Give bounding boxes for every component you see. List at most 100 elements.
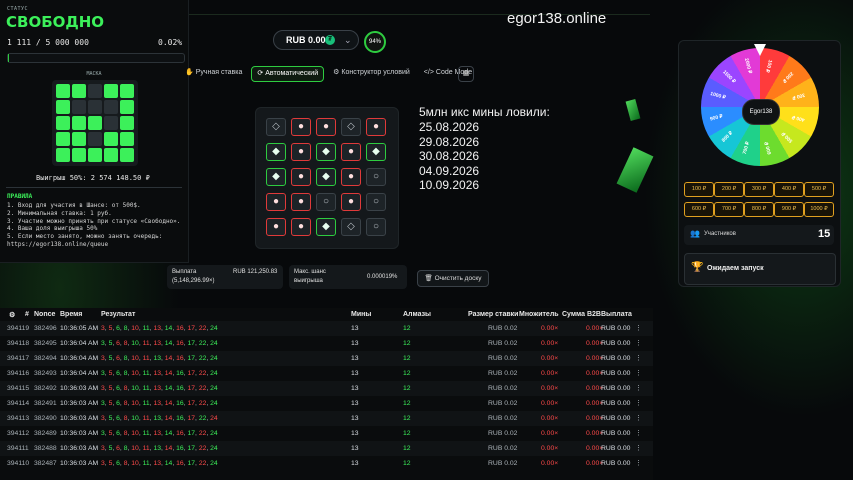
board-cell[interactable]: ●	[266, 193, 286, 211]
mines-board: ◇ ● ● ◇ ● ◆ ● ◆ ● ◆ ◆ ● ◆ ● ○ ● ● ○ ● ○ ● ● ◆ ◇ ○	[255, 107, 399, 249]
board-cell[interactable]: ●	[291, 118, 311, 136]
table-row[interactable]: 394110 382487 10:36:03 AM 13 12 RUB 0.02 0.00×…	[0, 456, 653, 471]
board-cell[interactable]: ◇	[341, 118, 361, 136]
cell-gems: 12	[403, 460, 411, 467]
table-row[interactable]: 394111 382488 10:36:03 AM 13 12 RUB 0.02 0.00×…	[0, 441, 653, 456]
cell-result: 3, 5, 6, 8, 10, 11, 13, 14, 16, 17, 22, …	[101, 385, 218, 392]
overlay-date: 30.08.2026	[419, 149, 480, 163]
table-row[interactable]: 394119 382496 10:36:05 AM 13 12 RUB 0.02 0.00×…	[0, 321, 653, 336]
divider	[6, 187, 182, 188]
board-cell[interactable]: ◆	[316, 168, 336, 186]
cell-gems: 12	[403, 355, 411, 362]
board-cell[interactable]: ◆	[266, 168, 286, 186]
result-number: 11	[142, 325, 150, 332]
result-number: 16	[176, 445, 184, 452]
bomb-icon: ○	[372, 171, 380, 182]
result-number: 16	[176, 370, 184, 377]
more-icon[interactable]: ⋮	[635, 411, 642, 426]
bomb-icon: ●	[347, 171, 355, 182]
table-row[interactable]: 394113 382490 10:36:03 AM 13 12 RUB 0.02 0.00×…	[0, 411, 653, 426]
board-cell[interactable]: ●	[291, 193, 311, 211]
col-nonce-header: Nonce	[34, 311, 56, 318]
cell-nonce: 382489	[34, 430, 57, 437]
more-icon[interactable]: ⋮	[635, 441, 642, 456]
participants-row: 👥 Участников 15	[684, 225, 834, 245]
waiting-label: Ожидаем запуск	[707, 265, 764, 272]
board-cell[interactable]: ◇	[266, 118, 286, 136]
more-icon[interactable]: ⋮	[635, 381, 642, 396]
cell-id: 394112	[7, 430, 30, 437]
board-cell[interactable]: ◆	[266, 143, 286, 161]
currency-coin-icon: ₮	[325, 35, 335, 45]
cell-id: 394119	[7, 325, 30, 332]
more-icon[interactable]: ⋮	[635, 456, 642, 471]
more-icon[interactable]: ⋮	[635, 351, 642, 366]
table-row[interactable]: 394114 382491 10:36:03 AM 13 12 RUB 0.02 0.00×…	[0, 396, 653, 411]
board-cell[interactable]: ●	[266, 218, 286, 236]
tab-2[interactable]: ⟳ Автоматический	[251, 66, 325, 82]
bomb-icon: ○	[372, 196, 380, 207]
balance-selector[interactable]: RUB 0.00 ₮ ⌄	[273, 30, 359, 50]
board-cell[interactable]: ●	[316, 118, 336, 136]
board-cell[interactable]: ●	[291, 143, 311, 161]
tab-3[interactable]: ⚙ Конструктор условий	[328, 66, 415, 80]
cell-multiplier: 0.00×	[541, 355, 559, 362]
mask-grid	[52, 80, 138, 166]
rule-line: https://egor138.online/queue	[7, 240, 109, 248]
max-chance-label-line2: выигрыша	[294, 278, 323, 284]
table-row[interactable]: 394112 382489 10:36:03 AM 13 12 RUB 0.02 0.00×…	[0, 426, 653, 441]
status-progress-bar	[7, 53, 185, 63]
board-cell[interactable]: ○	[366, 218, 386, 236]
board-cell[interactable]: ○	[316, 193, 336, 211]
col-payout-header: Выплата	[601, 311, 632, 318]
cell-bet: RUB 0.02	[488, 355, 518, 362]
table-row[interactable]: 394118 382495 10:36:04 AM 13 12 RUB 0.02 0.00×…	[0, 336, 653, 351]
board-cell[interactable]: ●	[366, 118, 386, 136]
chevron-down-icon: ⌄	[344, 35, 352, 45]
tab-label: Ручная ставка	[195, 69, 243, 76]
cell-payout: RUB 0.00	[601, 370, 631, 377]
board-cell[interactable]: ●	[341, 168, 361, 186]
status-percent: 0.02%	[158, 38, 183, 47]
board-cell[interactable]: ◆	[366, 143, 386, 161]
prize-chip: 300 ₽	[744, 182, 774, 197]
mask-cell	[88, 132, 102, 146]
cell-bet: RUB 0.02	[488, 460, 518, 467]
board-cell[interactable]: ◇	[341, 218, 361, 236]
board-cell[interactable]: ◆	[316, 218, 336, 236]
more-icon[interactable]: ⋮	[635, 366, 642, 381]
cell-mines: 13	[351, 460, 359, 467]
cell-id: 394111	[7, 445, 29, 452]
cell-multiplier: 0.00×	[541, 385, 559, 392]
board-cell[interactable]: ●	[341, 143, 361, 161]
bomb-icon: ●	[297, 221, 305, 232]
board-cell[interactable]: ●	[291, 218, 311, 236]
max-chance-label: Макс. шанс	[294, 269, 326, 275]
result-number: 24	[210, 325, 218, 332]
more-icon[interactable]: ⋮	[635, 321, 642, 336]
calendar-icon[interactable]: ▦	[458, 66, 474, 82]
more-icon[interactable]: ⋮	[635, 426, 642, 441]
board-cell[interactable]: ●	[291, 168, 311, 186]
diamond-icon: ◆	[322, 221, 330, 232]
mask-cell	[72, 116, 86, 130]
cell-result: 3, 5, 6, 8, 10, 11, 13, 14, 16, 17, 22, …	[101, 415, 218, 422]
table-row[interactable]: 394117 382494 10:36:04 AM 13 12 RUB 0.02 0.00×…	[0, 351, 653, 366]
board-cell[interactable]: ○	[366, 168, 386, 186]
clear-board-button[interactable]: 🗑 Очистить доску	[417, 270, 489, 287]
board-cell[interactable]: ○	[366, 193, 386, 211]
settings-icon[interactable]: ⚙	[9, 311, 15, 319]
result-number: 24	[210, 415, 218, 422]
cell-result: 3, 5, 6, 8, 10, 11, 13, 14, 16, 17, 22, …	[101, 430, 218, 437]
col-bet-header: Размер ставки	[468, 311, 519, 318]
more-icon[interactable]: ⋮	[635, 336, 642, 351]
cell-bet: RUB 0.02	[488, 445, 518, 452]
board-cell[interactable]: ◆	[316, 143, 336, 161]
table-row[interactable]: 394116 382493 10:36:04 AM 13 12 RUB 0.02 0.00×…	[0, 366, 653, 381]
table-row[interactable]: 394115 382492 10:36:03 AM 13 12 RUB 0.02 0.00×…	[0, 381, 653, 396]
cell-nonce: 382488	[34, 445, 57, 452]
tab-1[interactable]: ✋ Ручная ставка	[180, 66, 247, 80]
prize-chip: 500 ₽	[804, 182, 834, 197]
more-icon[interactable]: ⋮	[635, 396, 642, 411]
board-cell[interactable]: ●	[341, 193, 361, 211]
